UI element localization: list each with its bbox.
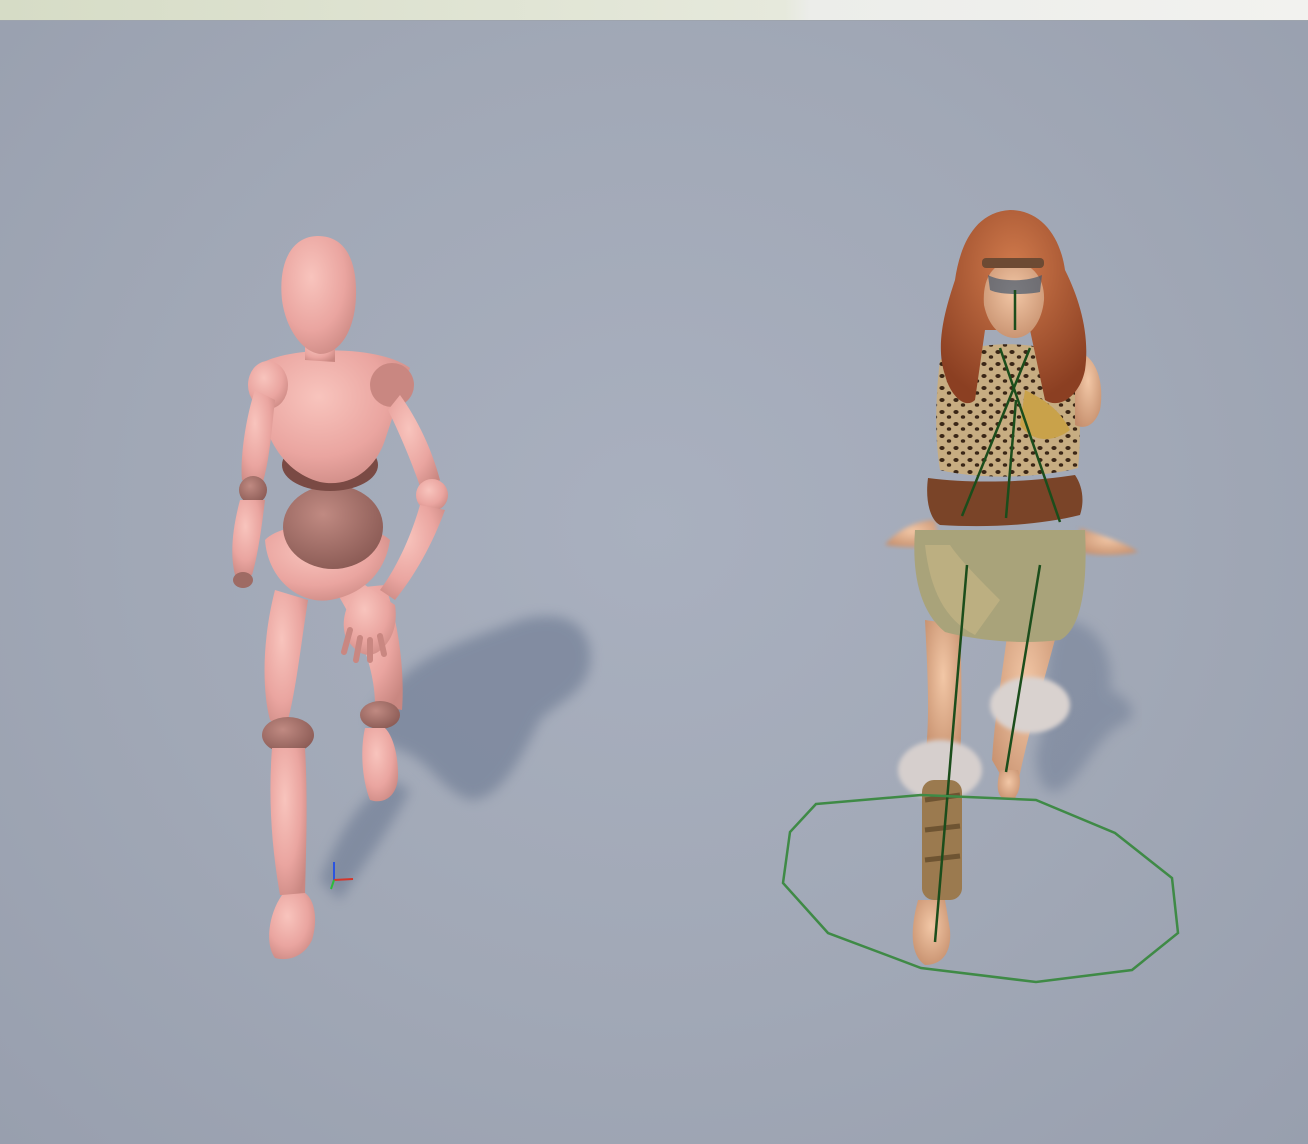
editor-window	[0, 0, 1308, 1144]
viewport-scene	[232, 210, 1180, 984]
3d-viewport[interactable]	[0, 21, 1308, 1144]
selection-ring	[781, 793, 1180, 984]
viewport-toolbar	[0, 0, 1308, 21]
barbarian-character[interactable]	[885, 210, 1138, 965]
mannequin-shadow	[320, 616, 591, 900]
